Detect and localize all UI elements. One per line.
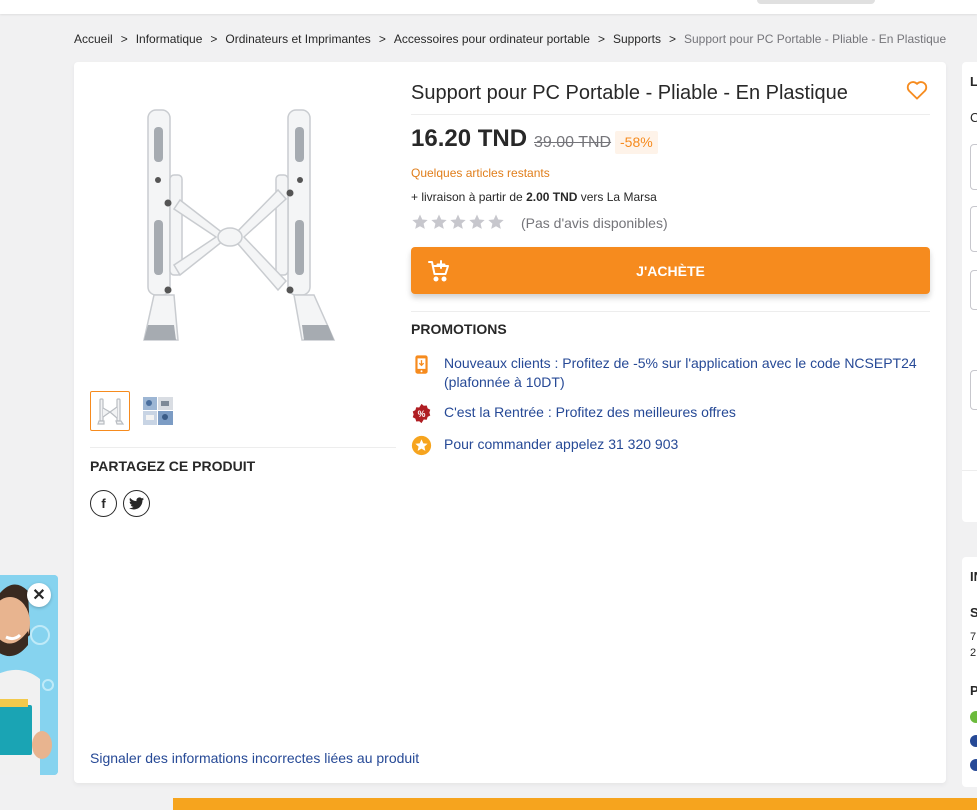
promotion-item[interactable]: Pour commander appelez 31 320 903 (411, 435, 930, 456)
discount-badge: -58% (615, 131, 658, 154)
breadcrumb-ordinateurs[interactable]: Ordinateurs et Imprimantes (225, 32, 370, 46)
buy-button[interactable]: J'ACHÈTE (411, 247, 930, 294)
delivery-sidebar-card: L C (962, 62, 977, 522)
twitter-icon (129, 497, 144, 510)
product-title: Support pour PC Portable - Pliable - En … (411, 82, 848, 104)
divider (411, 311, 930, 312)
app-icon (415, 355, 428, 374)
sidebar-option[interactable] (970, 370, 977, 410)
heart-icon[interactable] (906, 80, 928, 100)
close-ad-button[interactable]: ✕ (27, 583, 51, 607)
promotion-text: Nouveaux clients : Profitez de -5% sur l… (444, 355, 917, 390)
reviews-text: (Pas d'avis disponibles) (521, 215, 668, 231)
breadcrumb-separator: > (597, 32, 605, 46)
sidebar-subheading-letter: C (970, 110, 977, 125)
breadcrumb-accessoires[interactable]: Accessoires pour ordinateur portable (394, 32, 590, 46)
current-price: 16.20 TND (411, 125, 528, 152)
product-main-image[interactable] (90, 80, 390, 375)
star-icon (469, 214, 485, 229)
sidebar-option[interactable] (970, 270, 977, 310)
sidebar-section (962, 470, 977, 516)
facebook-icon: f (101, 496, 106, 511)
star-icon (488, 214, 504, 229)
promotion-item[interactable]: % C'est la Rentrée : Profitez des meille… (411, 403, 930, 424)
laptop-stand-thumb-icon (97, 398, 125, 425)
rating-stars (411, 213, 505, 231)
top-header-bar (0, 0, 977, 14)
shield-icon (970, 735, 977, 747)
breadcrumb-current: Support pour PC Portable - Pliable - En … (684, 32, 947, 46)
report-incorrect-info-link[interactable]: Signaler des informations incorrectes li… (90, 750, 419, 766)
breadcrumb-separator: > (120, 32, 128, 46)
floating-ad[interactable] (0, 575, 58, 775)
buy-button-label: J'ACHÈTE (636, 262, 705, 279)
sidebar-text-letter: 2 (970, 647, 977, 659)
breadcrumb-separator: > (668, 32, 676, 46)
student-promo-image (0, 575, 58, 775)
delivery-prefix: + livraison à partir de (411, 190, 527, 204)
sidebar-select[interactable] (970, 206, 977, 252)
sidebar-heading-letter: IN (970, 569, 977, 584)
divider (90, 447, 396, 448)
breadcrumb-separator: > (378, 32, 386, 46)
promotion-text: Pour commander appelez 31 320 903 (444, 436, 679, 452)
delivery-suffix: vers La Marsa (577, 190, 657, 204)
svg-text:%: % (418, 409, 426, 419)
add-to-cart-icon (428, 260, 449, 282)
star-badge-icon (411, 435, 432, 456)
star-icon (431, 214, 447, 229)
delivery-info: + livraison à partir de 2.00 TND vers La… (411, 190, 657, 204)
promotion-text: C'est la Rentrée : Profitez des meilleur… (444, 404, 736, 420)
lifestyle-collage-icon (143, 397, 173, 425)
old-price: 39.00 TND (534, 134, 612, 151)
shield-icon (970, 759, 977, 771)
delivery-amount: 2.00 TND (526, 190, 578, 204)
product-thumbnail-1[interactable] (90, 391, 130, 431)
promotion-item[interactable]: Nouveaux clients : Profitez de -5% sur l… (411, 354, 930, 392)
star-icon (412, 214, 428, 229)
sidebar-subheading-letter: P (970, 683, 977, 698)
product-thumbnail-2[interactable] (138, 391, 178, 431)
header-tab (757, 0, 875, 4)
breadcrumb-informatique[interactable]: Informatique (136, 32, 203, 46)
bottom-promo-banner[interactable] (173, 798, 977, 810)
sidebar-text-letter: 7 (970, 631, 977, 643)
share-title: PARTAGEZ CE PRODUIT (90, 458, 256, 474)
star-icon (450, 214, 466, 229)
laptop-stand-image (143, 109, 336, 341)
promotions-title: PROMOTIONS (411, 321, 507, 337)
info-sidebar-card: IN S 7 2 P (962, 557, 977, 787)
sidebar-heading-letter: L (970, 74, 977, 89)
sidebar-select[interactable] (970, 144, 977, 190)
breadcrumb-accueil[interactable]: Accueil (74, 32, 113, 46)
check-icon (970, 711, 977, 723)
close-icon: ✕ (32, 587, 46, 604)
twitter-share-button[interactable] (123, 490, 150, 517)
sidebar-subheading-letter: S (970, 605, 977, 620)
breadcrumb-separator: > (210, 32, 218, 46)
breadcrumb-supports[interactable]: Supports (613, 32, 661, 46)
breadcrumb: Accueil > Informatique > Ordinateurs et Impr… (74, 32, 946, 46)
divider (411, 114, 930, 115)
percent-badge-icon: % (412, 403, 431, 424)
stock-status: Quelques articles restants (411, 166, 550, 180)
facebook-share-button[interactable]: f (90, 490, 117, 517)
